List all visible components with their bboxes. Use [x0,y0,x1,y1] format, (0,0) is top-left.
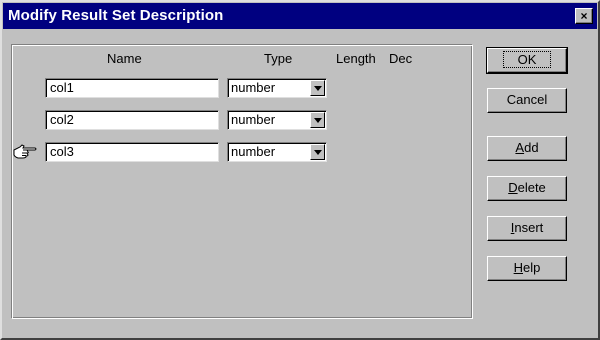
close-button[interactable]: × [575,8,593,24]
column-type-dropdown[interactable]: number [227,110,327,130]
help-mnemonic: H [513,260,524,275]
dropdown-arrow-icon[interactable] [310,80,325,96]
title-bar: Modify Result Set Description × [3,3,597,29]
delete-label: elete [517,180,546,195]
close-icon: × [580,9,588,23]
cancel-button[interactable]: Cancel [487,88,567,113]
add-mnemonic: A [515,140,525,155]
dropdown-arrow-icon[interactable] [310,144,325,160]
ok-button[interactable]: OK [486,47,568,74]
pointing-hand-icon [13,144,37,159]
ok-label: OK [502,51,552,68]
insert-label: nsert [514,220,544,235]
column-type-value: number [231,112,276,127]
header-type: Type [264,51,293,66]
column-type-value: number [231,144,276,159]
add-button[interactable]: Add [487,136,567,161]
column-name-field[interactable]: col1 [45,78,219,98]
insert-button[interactable]: Insert [487,216,567,241]
header-dec: Dec [389,51,413,66]
column-name-field[interactable]: col3 [45,142,219,162]
help-button[interactable]: Help [487,256,567,281]
help-label: elp [523,260,541,275]
column-type-dropdown[interactable]: number [227,142,327,162]
column-name-field[interactable]: col2 [45,110,219,130]
column-type-value: number [231,80,276,95]
header-name: Name [107,51,142,66]
delete-button[interactable]: Delete [487,176,567,201]
delete-mnemonic: D [508,180,518,195]
add-label: dd [524,140,539,155]
dropdown-arrow-icon[interactable] [310,112,325,128]
cancel-label: Cancel [506,92,548,107]
column-type-dropdown[interactable]: number [227,78,327,98]
header-length: Length [336,51,376,66]
dialog-title: Modify Result Set Description [8,7,224,24]
